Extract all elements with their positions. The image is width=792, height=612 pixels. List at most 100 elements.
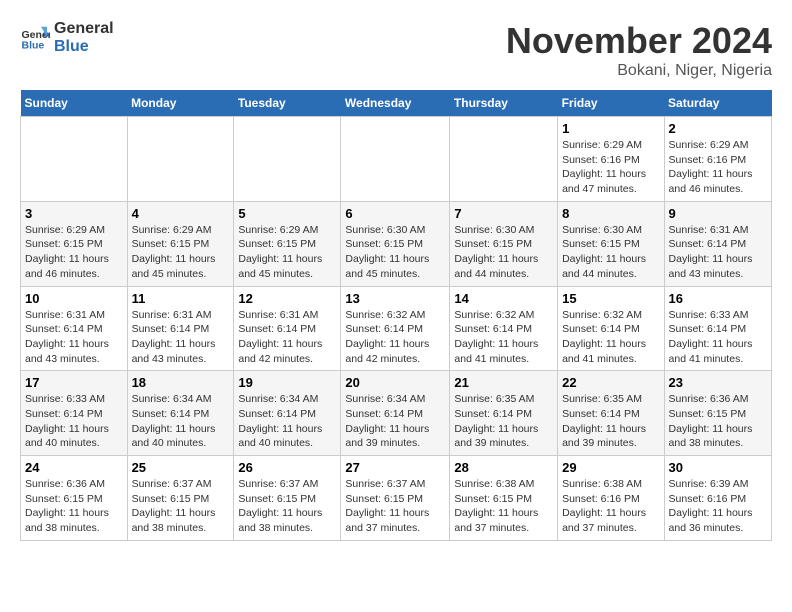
day-number: 8: [562, 206, 659, 221]
logo: General Blue General Blue: [20, 20, 114, 55]
svg-text:Blue: Blue: [22, 39, 45, 51]
day-cell: 20 Sunrise: 6:34 AM Sunset: 6:14 PM Dayli…: [341, 371, 450, 456]
day-cell: 4 Sunrise: 6:29 AM Sunset: 6:15 PM Daylig…: [127, 201, 234, 286]
day-info: Sunrise: 6:31 AM Sunset: 6:14 PM Dayligh…: [132, 308, 230, 367]
day-info: Sunrise: 6:32 AM Sunset: 6:14 PM Dayligh…: [562, 308, 659, 367]
logo-icon: General Blue: [20, 23, 50, 53]
day-info: Sunrise: 6:34 AM Sunset: 6:14 PM Dayligh…: [132, 392, 230, 451]
day-number: 1: [562, 121, 659, 136]
day-info: Sunrise: 6:32 AM Sunset: 6:14 PM Dayligh…: [345, 308, 445, 367]
day-cell: 25 Sunrise: 6:37 AM Sunset: 6:15 PM Dayli…: [127, 456, 234, 541]
weekday-wednesday: Wednesday: [341, 90, 450, 117]
day-number: 27: [345, 460, 445, 475]
day-info: Sunrise: 6:37 AM Sunset: 6:15 PM Dayligh…: [345, 477, 445, 536]
day-cell: 23Sunrise: 6:36 AM Sunset: 6:15 PM Dayli…: [664, 371, 771, 456]
weekday-header: SundayMondayTuesdayWednesdayThursdayFrid…: [21, 90, 772, 117]
day-cell: 29Sunrise: 6:38 AM Sunset: 6:16 PM Dayli…: [558, 456, 664, 541]
day-number: 25: [132, 460, 230, 475]
day-cell: [127, 117, 234, 202]
weekday-friday: Friday: [558, 90, 664, 117]
day-number: 17: [25, 375, 123, 390]
day-info: Sunrise: 6:36 AM Sunset: 6:15 PM Dayligh…: [25, 477, 123, 536]
day-number: 30: [669, 460, 767, 475]
day-cell: 16 Sunrise: 6:33 AM Sunset: 6:14 PM Dayli…: [664, 286, 771, 371]
day-info: Sunrise: 6:30 AM Sunset: 6:15 PM Dayligh…: [345, 223, 445, 282]
day-number: 5: [238, 206, 336, 221]
day-number: 20: [345, 375, 445, 390]
day-number: 26: [238, 460, 336, 475]
month-title: November 2024: [506, 20, 772, 62]
day-info: Sunrise: 6:32 AM Sunset: 6:14 PM Dayligh…: [454, 308, 553, 367]
day-cell: 13 Sunrise: 6:32 AM Sunset: 6:14 PM Dayli…: [341, 286, 450, 371]
day-info: Sunrise: 6:37 AM Sunset: 6:15 PM Dayligh…: [132, 477, 230, 536]
day-cell: 7Sunrise: 6:30 AM Sunset: 6:15 PM Daylig…: [450, 201, 558, 286]
day-cell: 5 Sunrise: 6:29 AM Sunset: 6:15 PM Daylig…: [234, 201, 341, 286]
week-row-3: 10 Sunrise: 6:31 AM Sunset: 6:14 PM Dayli…: [21, 286, 772, 371]
day-number: 23: [669, 375, 767, 390]
day-cell: 14 Sunrise: 6:32 AM Sunset: 6:14 PM Dayli…: [450, 286, 558, 371]
week-row-2: 3 Sunrise: 6:29 AM Sunset: 6:15 PM Daylig…: [21, 201, 772, 286]
day-cell: 26 Sunrise: 6:37 AM Sunset: 6:15 PM Dayli…: [234, 456, 341, 541]
day-number: 6: [345, 206, 445, 221]
day-info: Sunrise: 6:29 AM Sunset: 6:16 PM Dayligh…: [562, 138, 659, 197]
day-number: 2: [669, 121, 767, 136]
day-info: Sunrise: 6:29 AM Sunset: 6:16 PM Dayligh…: [669, 138, 767, 197]
day-cell: 18 Sunrise: 6:34 AM Sunset: 6:14 PM Dayli…: [127, 371, 234, 456]
day-number: 12: [238, 291, 336, 306]
day-number: 28: [454, 460, 553, 475]
day-info: Sunrise: 6:29 AM Sunset: 6:15 PM Dayligh…: [25, 223, 123, 282]
day-number: 14: [454, 291, 553, 306]
day-cell: [234, 117, 341, 202]
day-number: 11: [132, 291, 230, 306]
day-cell: [21, 117, 128, 202]
weekday-tuesday: Tuesday: [234, 90, 341, 117]
day-cell: 15Sunrise: 6:32 AM Sunset: 6:14 PM Dayli…: [558, 286, 664, 371]
weekday-sunday: Sunday: [21, 90, 128, 117]
title-area: November 2024 Bokani, Niger, Nigeria: [506, 20, 772, 80]
day-cell: 1 Sunrise: 6:29 AM Sunset: 6:16 PM Daylig…: [558, 117, 664, 202]
day-cell: 6 Sunrise: 6:30 AM Sunset: 6:15 PM Daylig…: [341, 201, 450, 286]
calendar-table: SundayMondayTuesdayWednesdayThursdayFrid…: [20, 90, 772, 541]
location-title: Bokani, Niger, Nigeria: [506, 62, 772, 80]
day-info: Sunrise: 6:33 AM Sunset: 6:14 PM Dayligh…: [669, 308, 767, 367]
week-row-5: 24 Sunrise: 6:36 AM Sunset: 6:15 PM Dayli…: [21, 456, 772, 541]
weekday-thursday: Thursday: [450, 90, 558, 117]
day-info: Sunrise: 6:35 AM Sunset: 6:14 PM Dayligh…: [562, 392, 659, 451]
weekday-monday: Monday: [127, 90, 234, 117]
logo-general: General: [54, 20, 114, 38]
day-cell: 19Sunrise: 6:34 AM Sunset: 6:14 PM Dayli…: [234, 371, 341, 456]
day-cell: 2 Sunrise: 6:29 AM Sunset: 6:16 PM Daylig…: [664, 117, 771, 202]
day-info: Sunrise: 6:29 AM Sunset: 6:15 PM Dayligh…: [132, 223, 230, 282]
day-info: Sunrise: 6:35 AM Sunset: 6:14 PM Dayligh…: [454, 392, 553, 451]
day-cell: 21 Sunrise: 6:35 AM Sunset: 6:14 PM Dayli…: [450, 371, 558, 456]
day-info: Sunrise: 6:38 AM Sunset: 6:15 PM Dayligh…: [454, 477, 553, 536]
day-number: 4: [132, 206, 230, 221]
day-info: Sunrise: 6:31 AM Sunset: 6:14 PM Dayligh…: [25, 308, 123, 367]
day-cell: 12Sunrise: 6:31 AM Sunset: 6:14 PM Dayli…: [234, 286, 341, 371]
day-info: Sunrise: 6:34 AM Sunset: 6:14 PM Dayligh…: [345, 392, 445, 451]
day-number: 3: [25, 206, 123, 221]
day-info: Sunrise: 6:30 AM Sunset: 6:15 PM Dayligh…: [562, 223, 659, 282]
day-number: 24: [25, 460, 123, 475]
day-cell: [450, 117, 558, 202]
day-cell: 3 Sunrise: 6:29 AM Sunset: 6:15 PM Daylig…: [21, 201, 128, 286]
day-cell: 22Sunrise: 6:35 AM Sunset: 6:14 PM Dayli…: [558, 371, 664, 456]
day-number: 18: [132, 375, 230, 390]
day-info: Sunrise: 6:31 AM Sunset: 6:14 PM Dayligh…: [669, 223, 767, 282]
day-number: 7: [454, 206, 553, 221]
day-cell: 30Sunrise: 6:39 AM Sunset: 6:16 PM Dayli…: [664, 456, 771, 541]
day-cell: [341, 117, 450, 202]
day-number: 13: [345, 291, 445, 306]
day-number: 9: [669, 206, 767, 221]
calendar-body: 1 Sunrise: 6:29 AM Sunset: 6:16 PM Daylig…: [21, 117, 772, 541]
day-number: 16: [669, 291, 767, 306]
day-number: 21: [454, 375, 553, 390]
day-number: 19: [238, 375, 336, 390]
day-number: 10: [25, 291, 123, 306]
day-info: Sunrise: 6:29 AM Sunset: 6:15 PM Dayligh…: [238, 223, 336, 282]
day-info: Sunrise: 6:37 AM Sunset: 6:15 PM Dayligh…: [238, 477, 336, 536]
day-cell: 28 Sunrise: 6:38 AM Sunset: 6:15 PM Dayli…: [450, 456, 558, 541]
week-row-1: 1 Sunrise: 6:29 AM Sunset: 6:16 PM Daylig…: [21, 117, 772, 202]
weekday-saturday: Saturday: [664, 90, 771, 117]
week-row-4: 17Sunrise: 6:33 AM Sunset: 6:14 PM Dayli…: [21, 371, 772, 456]
